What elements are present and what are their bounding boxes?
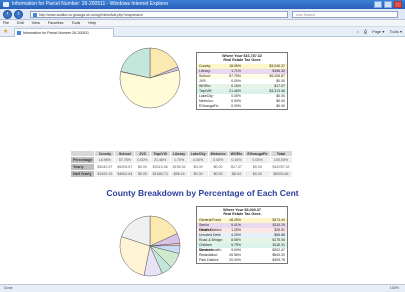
- tab-bar: ★ Information for Parcel Number 26-20051…: [0, 27, 405, 37]
- close-button[interactable]: [394, 1, 402, 8]
- table-row: Half Yearly $1520.19 $4602.84 $0.00 $1656.73…: [69, 170, 293, 178]
- maximize-button[interactable]: [384, 1, 392, 8]
- table-cell: $0.00: [207, 163, 229, 171]
- legend-row: EGeaugaFir: 0.00% $0.00: [197, 103, 287, 109]
- legend-amount: $0.00: [276, 103, 285, 108]
- legend-percent: 20.00%: [229, 257, 241, 262]
- search-placeholder: Live Search: [296, 13, 315, 17]
- table-cell: 1.70%: [169, 156, 189, 164]
- menu-tools[interactable]: Tools: [71, 20, 80, 26]
- table-cell: $0.00: [134, 170, 151, 178]
- tab-label: Information for Parcel Number 26-200511: [23, 31, 90, 35]
- row-label: Half Yearly: [69, 170, 96, 178]
- window-titlebar: Information for Parcel Number: 26-200511…: [0, 0, 405, 9]
- home-icon[interactable]: ⌂: [356, 28, 358, 36]
- table-row: Percentage 18.95% 57.75% 0.00% 21.46% 1.70% 0.…: [69, 156, 293, 164]
- window-controls: [374, 1, 402, 8]
- table-cell: $3313.46: [149, 163, 171, 171]
- menu-edit[interactable]: Edit: [17, 20, 24, 26]
- page-content: Where Your $16,787.32 Real Estate Tax Go…: [0, 38, 405, 284]
- legend-label: EGeaugaFir:: [199, 103, 219, 108]
- table-cell: $17.07: [227, 163, 246, 171]
- table-cell: $0.00: [187, 163, 209, 171]
- section-title: County Breakdown by Percentage of Each C…: [106, 188, 299, 198]
- table-cell: $196.32: [169, 163, 189, 171]
- url-text: http://www.auditor.co.geauga.oh.us/sgOnl…: [39, 13, 144, 17]
- table-cell: $98.16: [169, 170, 189, 178]
- table-cell: $1520.19: [94, 170, 116, 178]
- table-cell: 0.00%: [207, 156, 229, 164]
- table-cell: $3040.37: [94, 163, 116, 171]
- legend-percent: 0.00%: [231, 103, 241, 108]
- table-cell: 100.00%: [269, 156, 293, 164]
- menu-favorites[interactable]: Favorites: [48, 20, 64, 26]
- zoom-level[interactable]: 100%: [390, 285, 399, 292]
- command-bar: ⌂ ⎙ Page ▾ Tools ▾: [356, 28, 402, 36]
- table-cell: 0.16%: [227, 156, 246, 164]
- table-cell: $1656.73: [149, 170, 171, 178]
- address-bar: ‹ › http://www.auditor.co.geauga.oh.us/s…: [0, 9, 405, 20]
- table-cell: 18.95%: [94, 156, 116, 164]
- table-cell: $0.00: [134, 163, 151, 171]
- table-cell: $0.00: [207, 170, 229, 178]
- table-cell: $0.00: [244, 163, 271, 171]
- table-cell: $8.54: [227, 170, 246, 178]
- menu-file[interactable]: File: [3, 20, 9, 26]
- table-row: Yearly $3040.37 $9205.67 $0.00 $3313.46 $196.…: [69, 163, 293, 171]
- tab-page-icon: [17, 31, 21, 35]
- table-cell: 21.46%: [149, 156, 171, 164]
- tools-menu[interactable]: Tools ▾: [390, 28, 402, 36]
- county-breakdown-pie: [119, 215, 181, 277]
- page-menu[interactable]: Page ▾: [372, 28, 384, 36]
- row-label: Percentage: [69, 156, 96, 164]
- status-bar: Done 100%: [0, 284, 405, 292]
- table-cell: $4602.84: [114, 170, 136, 178]
- table-cell: 0.00%: [244, 156, 271, 164]
- tab-current[interactable]: Information for Parcel Number 26-200511: [14, 28, 114, 37]
- table-cell: $8393.66: [269, 170, 293, 178]
- minimize-button[interactable]: [374, 1, 382, 8]
- table-cell: $9205.67: [114, 163, 136, 171]
- legend-label: Park District:: [199, 257, 219, 262]
- table-cell: $0.00: [187, 170, 209, 178]
- search-input[interactable]: Live Search: [292, 11, 398, 18]
- table-cell: $0.00: [244, 170, 271, 178]
- table-cell: 0.00%: [187, 156, 209, 164]
- menu-help[interactable]: Help: [88, 20, 96, 26]
- bottom-legend: Where Your $3,040.37 Real Estate Tax Goe…: [196, 206, 288, 264]
- legend-amount: $409.75: [272, 257, 285, 262]
- favorites-star-icon[interactable]: ★: [3, 29, 11, 36]
- ie-icon: [3, 2, 9, 7]
- print-icon[interactable]: ⎙: [364, 28, 367, 36]
- forward-button[interactable]: ›: [14, 10, 23, 19]
- menu-bar: File Edit View Favorites Tools Help: [0, 20, 405, 27]
- window-title: Information for Parcel Number: 26-200511…: [12, 1, 169, 7]
- menu-view[interactable]: View: [32, 20, 40, 26]
- table-cell: 57.75%: [114, 156, 136, 164]
- page-icon: [33, 13, 37, 17]
- back-button[interactable]: ‹: [3, 10, 12, 19]
- legend-row: Park District: 20.00% $409.75: [197, 257, 287, 263]
- top-legend: Where Your $16,787.32 Real Estate Tax Go…: [196, 52, 288, 110]
- tax-distribution-pie: [119, 47, 181, 109]
- row-label: Yearly: [69, 163, 96, 171]
- table-cell: 0.00%: [134, 156, 151, 164]
- status-text: Done: [4, 286, 13, 290]
- summary-table: County School JVS Twp/Vill Library LakeCity Me…: [69, 150, 293, 178]
- table-cell: $16787.32: [269, 163, 293, 171]
- url-field[interactable]: http://www.auditor.co.geauga.oh.us/sgOnl…: [30, 11, 288, 18]
